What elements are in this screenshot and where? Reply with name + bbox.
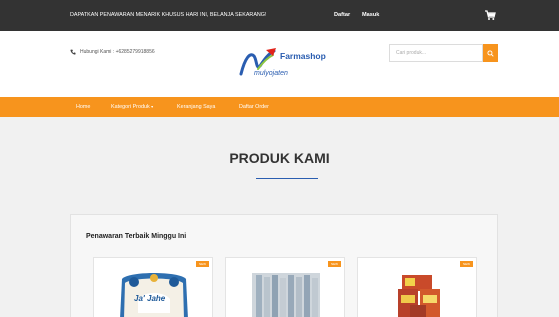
site-logo[interactable]: Farmashop mulyojaten <box>236 44 336 84</box>
nav-home[interactable]: Home <box>76 104 90 110</box>
product-image <box>252 273 320 317</box>
new-badge: NEW <box>328 261 341 267</box>
title-divider <box>256 178 318 179</box>
product-image <box>398 275 440 317</box>
new-badge: NEW <box>460 261 473 267</box>
search-button[interactable] <box>483 44 498 62</box>
main-nav: Home Kategori Produk ▾ Keranjang Saya Da… <box>0 97 559 117</box>
product-image-label: Ja' Jahe <box>134 294 166 303</box>
top-bar: DAPATKAN PENAWARAN MENARIK KHUSUS HARI I… <box>0 0 559 31</box>
nav-cart[interactable]: Keranjang Saya <box>177 104 215 110</box>
offers-title: Penawaran Terbaik Minggu Ini <box>86 233 187 240</box>
nav-categories-label: Kategori Produk <box>111 104 150 110</box>
nav-categories[interactable]: Kategori Produk ▾ <box>111 104 153 110</box>
product-image <box>120 273 188 317</box>
phone-icon <box>70 49 76 55</box>
product-card[interactable]: NEW <box>357 257 477 317</box>
login-link[interactable]: Masuk <box>362 12 379 18</box>
cart-icon[interactable] <box>484 9 496 21</box>
page-title: PRODUK KAMI <box>229 150 330 166</box>
search-input[interactable] <box>389 44 483 62</box>
chevron-down-icon: ▾ <box>151 104 154 109</box>
search-icon <box>487 49 494 57</box>
logo-mark <box>239 48 276 76</box>
contact-phone: Hubungi Kami : +6285279918856 <box>70 49 155 55</box>
phone-text: Hubungi Kami : +6285279918856 <box>80 49 155 55</box>
logo-subtitle: mulyojaten <box>254 70 288 77</box>
register-link[interactable]: Daftar <box>334 12 350 18</box>
logo-brand: Farmashop <box>280 51 326 61</box>
new-badge: NEW <box>196 261 209 267</box>
promo-text: DAPATKAN PENAWARAN MENARIK KHUSUS HARI I… <box>70 12 267 18</box>
product-card[interactable]: NEW Ja' Jahe <box>93 257 213 317</box>
product-card[interactable]: NEW <box>225 257 345 317</box>
nav-orders[interactable]: Daftar Order <box>239 104 269 110</box>
